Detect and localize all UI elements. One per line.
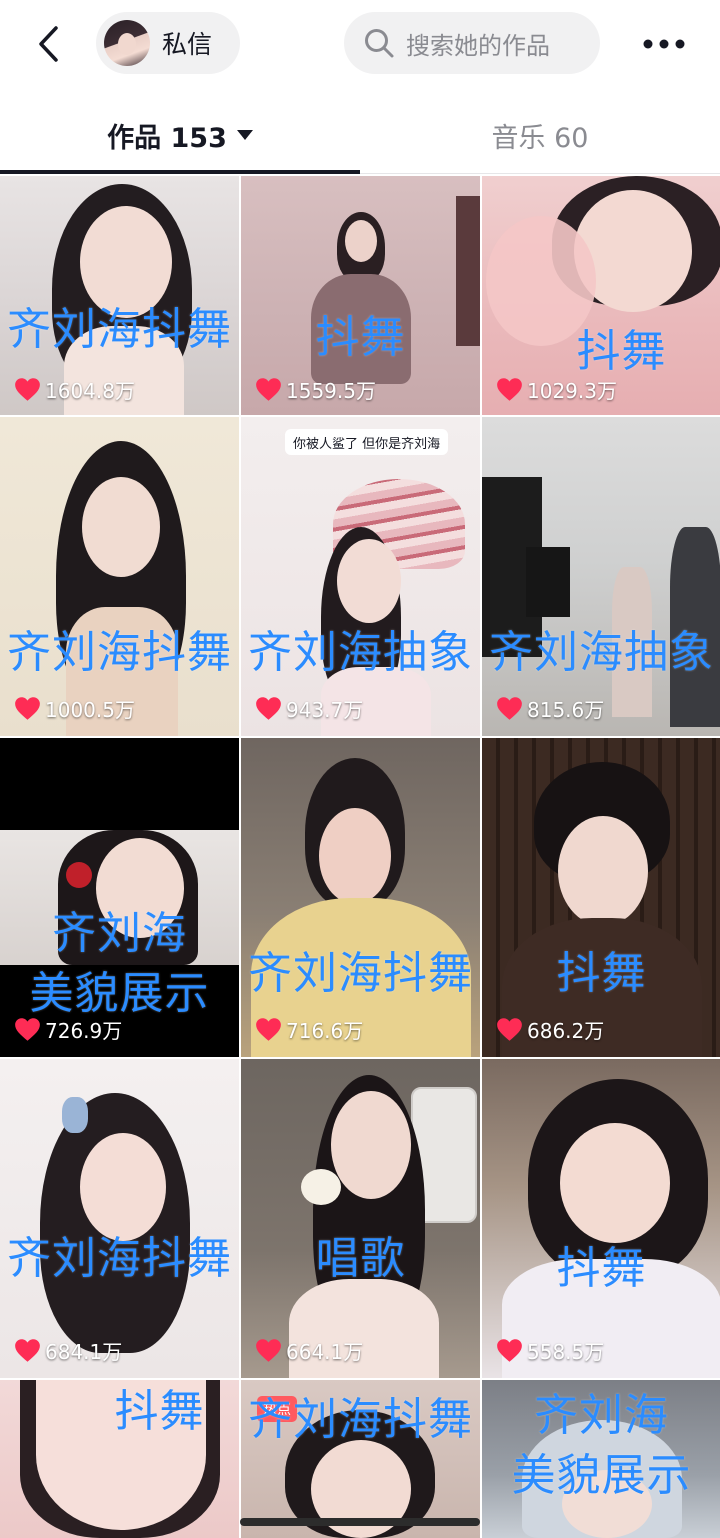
active-tab-indicator [0,170,360,174]
video-tile[interactable]: 唱歌 664.1万 [241,1059,480,1378]
like-count: 1029.3万 [496,374,617,404]
video-caption: 齐刘海抖舞 [7,1233,232,1284]
video-caption: 美貌展示 [29,968,210,1019]
heart-icon [497,1017,522,1041]
tab-bar: 作品 153 音乐 60 [0,100,720,174]
like-count: 684.1万 [14,1335,122,1365]
more-dots-icon [643,39,685,49]
like-count: 716.6万 [255,1014,363,1044]
heart-icon [497,1338,522,1362]
top-bar: 私信 搜索她的作品 [0,0,720,88]
video-tile[interactable]: 热点 齐刘海抖舞 [241,1380,480,1538]
video-tile[interactable]: 齐刘海 美貌展示 [482,1380,720,1538]
like-count: 686.2万 [496,1014,604,1044]
video-tile[interactable]: 抖舞 [0,1380,239,1538]
like-count: 1000.5万 [14,693,135,723]
video-tile[interactable]: 抖舞 1029.3万 [482,176,720,415]
video-caption: 齐刘海抖舞 [248,1394,473,1445]
video-caption: 齐刘海抖舞 [248,948,473,999]
video-caption: 齐刘海抽象 [248,627,473,678]
tab-works-label: 作品 153 [107,122,227,154]
like-count: 943.7万 [255,693,363,723]
video-tile[interactable]: 齐刘海 美貌展示 726.9万 [0,738,239,1057]
private-message-button[interactable]: 私信 [96,12,240,74]
video-overlay-text: 你被人鲨了 但你是齐刘海 [285,429,449,455]
video-tile[interactable]: 齐刘海抖舞 716.6万 [241,738,480,1057]
video-caption: 抖舞 [556,1243,647,1294]
video-caption: 齐刘海抖舞 [7,627,232,678]
avatar [104,20,150,66]
heart-icon [497,696,522,720]
video-caption: 齐刘海抖舞 [7,304,232,355]
video-grid: 齐刘海抖舞 1604.8万 抖舞 1559.5万 抖舞 1029.3万 齐刘海抖… [0,176,720,1538]
tab-divider [360,173,720,174]
heart-icon [15,377,40,401]
video-caption: 齐刘海 [534,1390,669,1441]
video-caption: 唱歌 [315,1233,406,1284]
heart-icon [15,696,40,720]
like-count: 664.1万 [255,1335,363,1365]
video-caption: 美貌展示 [511,1450,692,1501]
like-count: 1604.8万 [14,374,135,404]
video-tile[interactable]: 齐刘海抖舞 1000.5万 [0,417,239,736]
caret-down-icon [236,130,253,140]
video-caption: 抖舞 [114,1386,205,1437]
heart-icon [497,377,522,401]
like-count: 815.6万 [496,693,604,723]
video-caption: 齐刘海抽象 [489,627,714,678]
search-placeholder: 搜索她的作品 [406,31,550,60]
search-input[interactable]: 搜索她的作品 [344,12,600,74]
heart-icon [256,696,281,720]
like-count: 558.5万 [496,1335,604,1365]
heart-icon [15,1017,40,1041]
tab-music[interactable]: 音乐 60 [360,100,720,170]
private-message-label: 私信 [162,30,213,59]
heart-icon [15,1338,40,1362]
like-count: 726.9万 [14,1014,122,1044]
video-caption: 抖舞 [556,948,647,999]
video-tile[interactable]: 抖舞 1559.5万 [241,176,480,415]
video-caption: 齐刘海 [52,908,187,959]
heart-icon [256,377,281,401]
back-button[interactable] [26,20,70,68]
video-tile[interactable]: 齐刘海抽象 815.6万 [482,417,720,736]
video-tile[interactable]: 齐刘海抖舞 1604.8万 [0,176,239,415]
video-caption: 抖舞 [576,326,667,377]
heart-icon [256,1338,281,1362]
like-count: 1559.5万 [255,374,376,404]
video-tile[interactable]: 你被人鲨了 但你是齐刘海 齐刘海抽象 943.7万 [241,417,480,736]
video-caption: 抖舞 [315,312,406,363]
home-indicator[interactable] [240,1518,480,1526]
video-tile[interactable]: 抖舞 686.2万 [482,738,720,1057]
tab-music-label: 音乐 60 [491,122,589,154]
more-button[interactable] [636,22,692,66]
chevron-left-icon [39,26,58,62]
tab-works[interactable]: 作品 153 [0,100,360,170]
heart-icon [256,1017,281,1041]
video-tile[interactable]: 抖舞 558.5万 [482,1059,720,1378]
video-tile[interactable]: 齐刘海抖舞 684.1万 [0,1059,239,1378]
search-icon [362,26,396,60]
